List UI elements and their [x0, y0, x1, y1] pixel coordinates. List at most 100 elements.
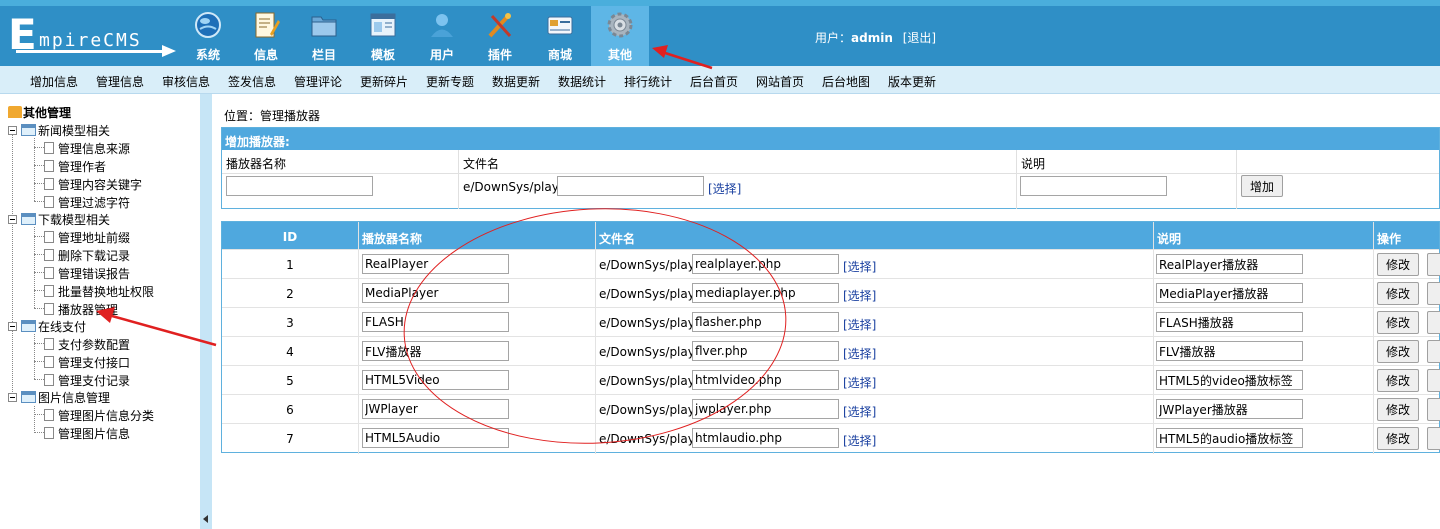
nav-info[interactable]: 信息: [238, 6, 294, 66]
nav-plugin-label: 插件: [487, 48, 512, 62]
row-select-file-link[interactable]: [选择]: [843, 345, 876, 362]
tree-item-delete-download-log[interactable]: 删除下载记录: [44, 247, 130, 264]
row-delete-button[interactable]: [1427, 427, 1440, 450]
menu-admin-map[interactable]: 后台地图: [822, 73, 870, 90]
nav-shop[interactable]: 商城: [532, 6, 588, 66]
tree-item-keywords[interactable]: 管理内容关键字: [44, 176, 142, 193]
menu-update-topics[interactable]: 更新专题: [426, 73, 474, 90]
row-edit-button[interactable]: 修改: [1377, 369, 1420, 392]
tree-item-payment-records[interactable]: 管理支付记录: [44, 372, 130, 389]
row-file-name-input[interactable]: [692, 341, 839, 361]
nav-user[interactable]: 用户: [414, 6, 470, 66]
collapse-icon[interactable]: [8, 322, 17, 331]
nav-template[interactable]: 模板: [355, 6, 411, 66]
menu-data-update[interactable]: 数据更新: [492, 73, 540, 90]
row-select-file-link[interactable]: [选择]: [843, 258, 876, 275]
add-form-labels: 播放器名称 文件名 说明: [222, 150, 1439, 174]
collapse-icon[interactable]: [8, 215, 17, 224]
row-player-name-input[interactable]: [362, 312, 509, 332]
tree-item-payment-interfaces[interactable]: 管理支付接口: [44, 354, 130, 371]
row-select-file-link[interactable]: [选择]: [843, 316, 876, 333]
menu-version-update[interactable]: 版本更新: [888, 73, 936, 90]
row-description-input[interactable]: [1156, 399, 1303, 419]
row-delete-button[interactable]: [1427, 340, 1440, 363]
nav-system[interactable]: 系统: [180, 6, 236, 66]
tree-item-photo-info[interactable]: 管理图片信息: [44, 425, 130, 442]
nav-plugin[interactable]: 插件: [472, 6, 528, 66]
tree-item-player-manage[interactable]: 播放器管理: [44, 301, 118, 318]
logout-link[interactable]: [退出]: [903, 31, 936, 45]
row-select-file-link[interactable]: [选择]: [843, 432, 876, 449]
row-file-name-input[interactable]: [692, 254, 839, 274]
row-file-name-input[interactable]: [692, 312, 839, 332]
row-player-name-input[interactable]: [362, 399, 509, 419]
row-delete-button[interactable]: [1427, 282, 1440, 305]
row-description-input[interactable]: [1156, 428, 1303, 448]
tree-item-info-source[interactable]: 管理信息来源: [44, 140, 130, 157]
tree-item-batch-replace[interactable]: 批量替换地址权限: [44, 283, 154, 300]
tree-item-filter-chars[interactable]: 管理过滤字符: [44, 194, 130, 211]
row-delete-button[interactable]: [1427, 369, 1440, 392]
menu-admin-home[interactable]: 后台首页: [690, 73, 738, 90]
collapse-left-icon[interactable]: [203, 515, 208, 523]
tree-group-download[interactable]: 下载模型相关: [8, 211, 110, 228]
description-input[interactable]: [1020, 176, 1167, 196]
top-banner: E mpireCMS 系统 信息 栏目 模板 用户 插件 商城 其他 用户：ad…: [0, 0, 1440, 66]
tree-group-payment[interactable]: 在线支付: [8, 318, 86, 335]
row-delete-button[interactable]: [1427, 253, 1440, 276]
row-description-input[interactable]: [1156, 370, 1303, 390]
row-player-name-input[interactable]: [362, 254, 509, 274]
tree-item-authors[interactable]: 管理作者: [44, 158, 106, 175]
row-player-name-input[interactable]: [362, 283, 509, 303]
nav-other[interactable]: 其他: [591, 6, 649, 66]
row-player-name-input[interactable]: [362, 370, 509, 390]
row-delete-button[interactable]: [1427, 398, 1440, 421]
collapse-icon[interactable]: [8, 126, 17, 135]
tree-item-url-prefix[interactable]: 管理地址前缀: [44, 229, 130, 246]
row-edit-button[interactable]: 修改: [1377, 253, 1420, 276]
panel-splitter[interactable]: [200, 94, 212, 529]
row-description-input[interactable]: [1156, 254, 1303, 274]
row-edit-button[interactable]: 修改: [1377, 398, 1420, 421]
row-edit-button[interactable]: 修改: [1377, 282, 1420, 305]
page-icon: [44, 338, 54, 350]
menu-add-info[interactable]: 增加信息: [30, 73, 78, 90]
tree-item-photo-categories[interactable]: 管理图片信息分类: [44, 407, 154, 424]
menu-update-fragments[interactable]: 更新碎片: [360, 73, 408, 90]
file-name-input[interactable]: [557, 176, 704, 196]
row-delete-button[interactable]: [1427, 311, 1440, 334]
player-name-input[interactable]: [226, 176, 373, 196]
row-file-name-input[interactable]: [692, 283, 839, 303]
menu-review-info[interactable]: 审核信息: [162, 73, 210, 90]
row-select-file-link[interactable]: [选择]: [843, 374, 876, 391]
row-description-input[interactable]: [1156, 341, 1303, 361]
row-select-file-link[interactable]: [选择]: [843, 403, 876, 420]
row-edit-button[interactable]: 修改: [1377, 340, 1420, 363]
menu-manage-comments[interactable]: 管理评论: [294, 73, 342, 90]
row-select-file-link[interactable]: [选择]: [843, 287, 876, 304]
row-description-input[interactable]: [1156, 312, 1303, 332]
row-player-name-input[interactable]: [362, 428, 509, 448]
collapse-icon[interactable]: [8, 393, 17, 402]
nav-template-label: 模板: [370, 48, 395, 62]
tree-group-news[interactable]: 新闻模型相关: [8, 122, 110, 139]
nav-column[interactable]: 栏目: [296, 6, 352, 66]
row-edit-button[interactable]: 修改: [1377, 311, 1420, 334]
row-file-name-input[interactable]: [692, 399, 839, 419]
row-file-name-input[interactable]: [692, 370, 839, 390]
tree-group-photo[interactable]: 图片信息管理: [8, 389, 110, 406]
row-edit-button[interactable]: 修改: [1377, 427, 1420, 450]
select-file-link[interactable]: [选择]: [708, 180, 741, 197]
menu-ranking-stats[interactable]: 排行统计: [624, 73, 672, 90]
menu-data-stats[interactable]: 数据统计: [558, 73, 606, 90]
menu-sign-info[interactable]: 签发信息: [228, 73, 276, 90]
row-player-name-input[interactable]: [362, 341, 509, 361]
breadcrumb-link[interactable]: 管理播放器: [260, 109, 320, 123]
menu-manage-info[interactable]: 管理信息: [96, 73, 144, 90]
add-button[interactable]: 增加: [1241, 175, 1284, 197]
tree-item-payment-params[interactable]: 支付参数配置: [44, 336, 130, 353]
row-file-name-input[interactable]: [692, 428, 839, 448]
menu-site-home[interactable]: 网站首页: [756, 73, 804, 90]
tree-item-error-reports[interactable]: 管理错误报告: [44, 265, 130, 282]
row-description-input[interactable]: [1156, 283, 1303, 303]
